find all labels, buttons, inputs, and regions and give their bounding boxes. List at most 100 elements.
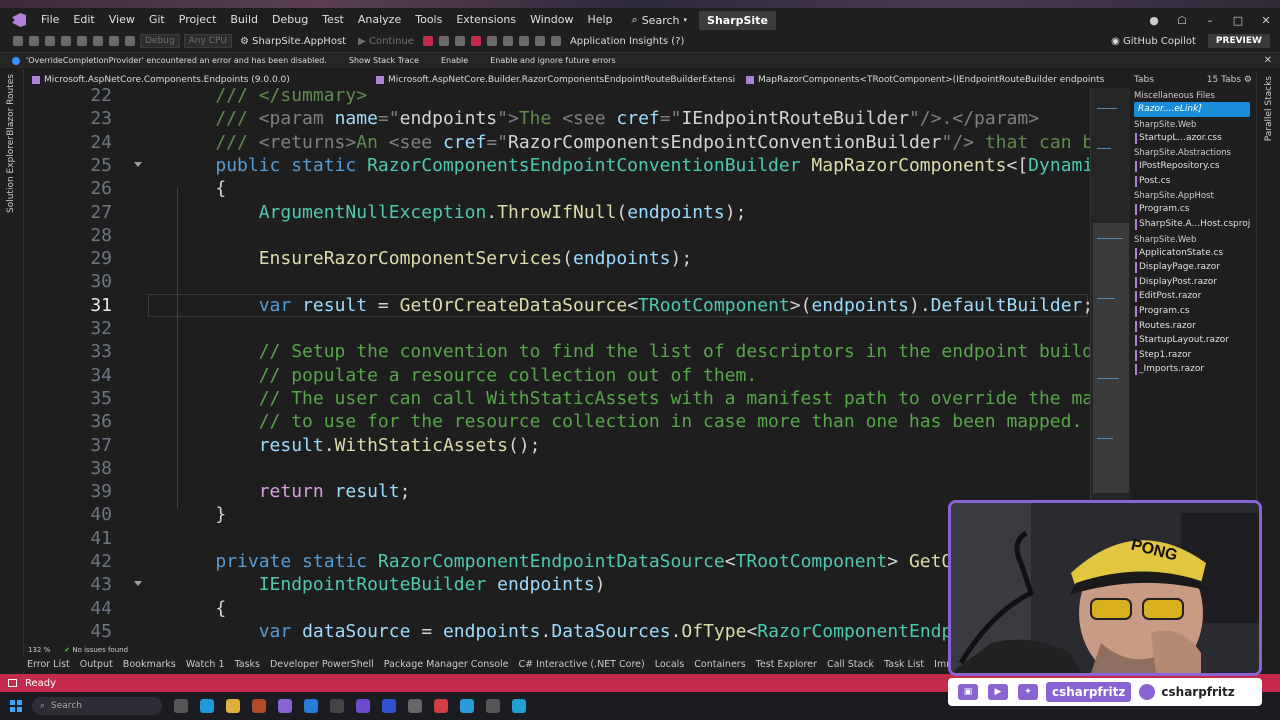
tool-window-tab[interactable]: Containers [689,659,750,670]
maximize-button[interactable]: □ [1224,14,1252,27]
save-icon[interactable] [77,36,87,46]
settings-icon[interactable]: ⚙ [1244,75,1252,85]
tool-window-tab[interactable]: Call Stack [822,659,879,670]
code-line[interactable]: 40 } [24,503,1090,526]
tool-window-tab[interactable]: Watch 1 [181,659,230,670]
show-stack-trace-link[interactable]: Show Stack Trace [349,56,419,65]
stop-icon[interactable] [470,36,481,46]
code-line[interactable]: 30 [24,270,1090,293]
tab-item[interactable]: ApplicatonState.cs [1130,246,1256,261]
preview-badge[interactable]: PREVIEW [1207,34,1270,48]
code-line[interactable]: 37 result.WithStaticAssets(); [24,434,1090,457]
windows-start-icon[interactable] [10,700,22,712]
code-line[interactable]: 23 /// <param name="endpoints">The <see … [24,107,1090,130]
configuration-dropdown[interactable]: Debug [140,34,180,48]
code-line[interactable]: 43 IEndpointRouteBuilder endpoints) [24,573,1090,596]
taskbar-search[interactable]: ⌕ Search [32,697,162,715]
code-line[interactable]: 33 // Setup the convention to find the l… [24,340,1090,363]
type-dropdown[interactable]: Microsoft.AspNetCore.Builder.RazorCompon… [368,75,738,85]
code-line[interactable]: 31 var result = GetOrCreateDataSource<TR… [24,293,1090,317]
tab-parallel-stacks[interactable]: Parallel Stacks [1264,76,1274,141]
undo-icon[interactable] [109,36,119,46]
code-line[interactable]: 24 /// <returns>An <see cref="RazorCompo… [24,131,1090,154]
tab-item[interactable]: DisplayPage.razor [1130,260,1256,275]
comment-icon[interactable] [534,36,545,46]
tool-window-tab[interactable]: Error List [22,659,75,670]
tool-window-tab[interactable]: Developer PowerShell [265,659,379,670]
minimize-button[interactable]: – [1196,14,1224,27]
menu-item-debug[interactable]: Debug [265,8,315,32]
tab-group-header[interactable]: SharpSite.Web [1134,235,1256,245]
code-line[interactable]: 44 { [24,597,1090,620]
tool-window-tab[interactable]: Tasks [230,659,265,670]
menu-item-git[interactable]: Git [142,8,172,32]
feedback-icon[interactable]: ☖ [1168,14,1196,27]
menu-item-test[interactable]: Test [315,8,351,32]
code-line[interactable]: 38 [24,457,1090,480]
tool-window-tab[interactable]: Task List [879,659,929,670]
tab-item[interactable]: SharpSite.A...Host.csproj [1130,217,1256,232]
menu-item-build[interactable]: Build [223,8,265,32]
tab-item[interactable]: DisplayPost.razor [1130,275,1256,290]
app-icon[interactable] [382,699,396,713]
app-icon[interactable] [356,699,370,713]
code-line[interactable]: 32 [24,317,1090,340]
tab-item[interactable]: Routes.razor [1130,319,1256,334]
code-line[interactable]: 26 { [24,177,1090,200]
platform-dropdown[interactable]: Any CPU [183,34,232,48]
code-editor[interactable]: 22 /// </summary> 23 /// <param name="end… [24,88,1090,644]
code-line[interactable]: 36 // to use for the resource collection… [24,410,1090,433]
tab-item[interactable]: Step1.razor [1130,348,1256,363]
fold-chevron-icon[interactable] [134,161,142,167]
member-dropdown[interactable]: MapRazorComponents<TRootComponent>(IEndp… [738,75,1104,85]
enable-link[interactable]: Enable [441,56,468,65]
app-icon[interactable] [486,699,500,713]
continue-button[interactable]: ▶ Continue [358,36,414,47]
task-view-icon[interactable] [174,699,188,713]
edge-icon[interactable] [200,699,214,713]
copilot-button[interactable]: ◉ GitHub Copilot [1111,36,1196,47]
code-line[interactable]: 35 // The user can call WithStaticAssets… [24,387,1090,410]
forward-icon[interactable] [29,36,39,46]
tool-window-tab[interactable]: Test Explorer [751,659,822,670]
save-all-icon[interactable] [93,36,103,46]
tab-blazor-routes[interactable]: Blazor Routes [6,74,16,136]
account-icon[interactable]: ● [1140,14,1168,27]
tab-item[interactable]: EditPost.razor [1130,289,1256,304]
code-line[interactable]: 22 /// </summary> [24,88,1090,107]
pause-icon[interactable] [454,36,465,46]
code-line[interactable]: 42 private static RazorComponentEndpoint… [24,550,1090,573]
code-line[interactable]: 41 [24,527,1090,550]
app-icon[interactable] [434,699,448,713]
zoom-level[interactable]: 132 % [28,646,50,654]
menu-item-extensions[interactable]: Extensions [449,8,523,32]
tab-group-header[interactable]: SharpSite.AppHost [1134,191,1256,201]
tool-window-tab[interactable]: Package Manager Console [379,659,514,670]
tab-item[interactable]: Razor....eLink] [1134,102,1250,117]
redo-icon[interactable] [125,36,135,46]
menu-item-tools[interactable]: Tools [408,8,449,32]
menu-item-file[interactable]: File [34,8,66,32]
tab-item[interactable]: _Imports.razor [1130,362,1256,377]
tab-group-header[interactable]: SharpSite.Abstractions [1134,148,1256,158]
tab-item[interactable]: StartupLayout.razor [1130,333,1256,348]
bookmark-icon[interactable] [518,36,529,46]
tool-window-tab[interactable]: Output [75,659,118,670]
app-icon[interactable] [252,699,266,713]
menu-item-view[interactable]: View [102,8,142,32]
menu-item-edit[interactable]: Edit [66,8,101,32]
tab-group-header[interactable]: SharpSite.Web [1134,120,1256,130]
refresh-icon[interactable] [486,36,497,46]
scrollbar-thumb[interactable] [1093,223,1129,493]
fold-chevron-icon[interactable] [134,581,142,587]
menu-item-help[interactable]: Help [580,8,619,32]
tab-item[interactable]: Program.cs [1130,202,1256,217]
code-line[interactable]: 39 return result; [24,480,1090,503]
tab-item[interactable]: Program.cs [1130,304,1256,319]
terminal-icon[interactable] [330,699,344,713]
code-line[interactable]: 25 public static RazorComponentsEndpoint… [24,154,1090,177]
visual-studio-icon[interactable] [278,699,292,713]
vscode-icon[interactable] [304,699,318,713]
issues-indicator[interactable]: ✔ No issues found [64,646,128,654]
tab-group-header[interactable]: Miscellaneous Files [1134,91,1256,101]
